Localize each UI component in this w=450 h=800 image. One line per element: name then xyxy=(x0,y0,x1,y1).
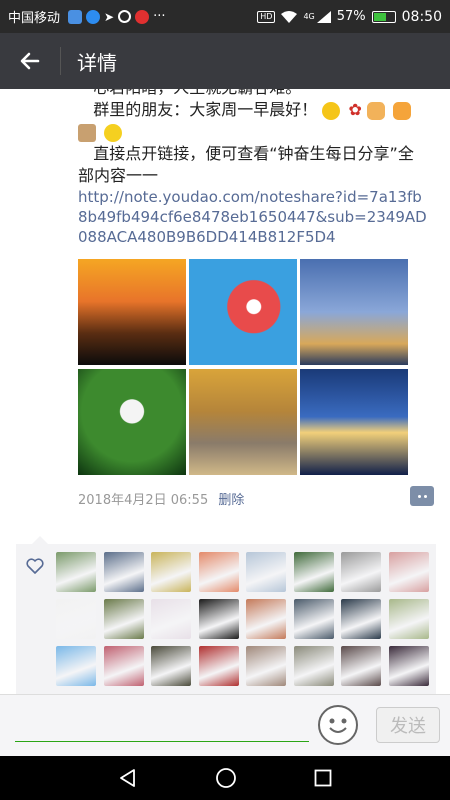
liker-avatar[interactable] xyxy=(388,646,429,686)
liker-avatar[interactable] xyxy=(341,646,381,686)
liker-avatar[interactable] xyxy=(341,552,381,592)
header-divider xyxy=(60,47,61,75)
back-nav-icon[interactable] xyxy=(118,768,138,788)
post-meta: 2018年4月2日 06:55 删除 xyxy=(78,489,244,508)
post-timestamp: 2018年4月2日 06:55 xyxy=(78,493,209,508)
signal-icon xyxy=(316,10,331,23)
wifi-icon xyxy=(281,10,298,23)
app-icon-1 xyxy=(68,9,83,24)
post-line: 直接点开链接，便可查看“钟奋生每日分享”全部内容一一 xyxy=(78,144,414,185)
send-button[interactable]: 发送 xyxy=(376,707,440,743)
liker-avatar[interactable] xyxy=(198,552,239,592)
liker-avatar[interactable] xyxy=(151,552,191,592)
battery-percent: 57% xyxy=(336,9,366,24)
app-icon-4 xyxy=(118,10,132,23)
more-notifications-icon: ··· xyxy=(153,9,166,24)
liker-avatar[interactable] xyxy=(56,646,96,686)
liker-avatar[interactable] xyxy=(293,599,334,639)
comment-button[interactable] xyxy=(410,486,434,506)
liker-avatar[interactable] xyxy=(198,599,239,639)
liker-avatar[interactable] xyxy=(341,599,381,639)
liker-avatar[interactable] xyxy=(293,646,334,686)
post-link[interactable]: http://note.youdao.com/noteshare?id=7a13… xyxy=(78,187,428,247)
video-icon xyxy=(135,9,150,24)
liker-avatar[interactable] xyxy=(56,552,96,592)
rose-emoji-icon: ✿ xyxy=(348,100,362,119)
carrier-name: 中国移动 xyxy=(8,11,61,26)
arrow-left-icon xyxy=(20,52,40,70)
likes-panel xyxy=(16,536,436,694)
moment-detail: 心若阳暗，人生就无霸谷难。 群里的朋友：大家周一早晨好！ ✿ 直接点开链接，便可… xyxy=(0,89,450,694)
recents-nav-icon[interactable] xyxy=(314,769,332,787)
liker-avatar[interactable] xyxy=(198,646,239,686)
system-nav-bar xyxy=(0,756,450,800)
post-line xyxy=(78,121,428,143)
telegram-icon: ➤ xyxy=(104,9,115,24)
photo-ferris-wheel[interactable] xyxy=(189,259,297,365)
post-line: 心若阳暗，人生就无霸谷难。 xyxy=(78,89,428,99)
heart-icon xyxy=(26,558,44,574)
liker-avatar[interactable] xyxy=(151,599,191,639)
liker-avatar[interactable] xyxy=(388,599,429,639)
liker-avatar[interactable] xyxy=(103,552,144,592)
pray-emoji-icon xyxy=(393,101,412,120)
photo-city-skyline[interactable] xyxy=(300,259,408,365)
emoji-button[interactable] xyxy=(318,705,358,745)
face-emoji-icon xyxy=(104,123,123,142)
delete-button[interactable]: 删除 xyxy=(218,493,244,508)
back-button[interactable] xyxy=(0,33,60,89)
smile-emoji-icon xyxy=(322,101,341,120)
photo-bridge-night[interactable] xyxy=(300,369,408,475)
handshake-emoji-icon xyxy=(366,101,385,120)
post-line: 群里的朋友：大家周一早晨好！ ✿ xyxy=(78,99,428,121)
liker-avatar[interactable] xyxy=(56,599,96,639)
coffee-emoji-icon xyxy=(78,123,96,142)
dot-icon xyxy=(417,494,421,498)
clock: 08:50 xyxy=(401,8,442,25)
app-header: 详情 xyxy=(0,33,450,89)
input-underline xyxy=(15,741,309,742)
home-nav-icon[interactable] xyxy=(215,767,237,789)
app-icon-2 xyxy=(86,9,101,24)
page-title: 详情 xyxy=(77,50,117,75)
post-text: 心若阳暗，人生就无霸谷难。 群里的朋友：大家周一早晨好！ ✿ 直接点开链接，便可… xyxy=(78,89,428,247)
hd-badge: HD xyxy=(257,10,276,23)
smiley-icon xyxy=(329,718,347,733)
photo-cottage-autumn[interactable] xyxy=(189,369,297,475)
liker-avatar[interactable] xyxy=(246,599,286,639)
status-bar: 中国移动 ➤ ··· HD 4G 57% 08:50 xyxy=(0,0,450,33)
network-type: 4G xyxy=(303,12,315,21)
comment-input-bar: 发送 xyxy=(0,694,450,756)
liker-avatar[interactable] xyxy=(388,552,429,592)
liker-avatar[interactable] xyxy=(246,646,286,686)
dot-icon xyxy=(423,494,427,498)
liker-avatar[interactable] xyxy=(246,552,286,592)
photo-white-flowers[interactable] xyxy=(78,369,186,475)
battery-icon xyxy=(371,10,396,23)
liker-avatar[interactable] xyxy=(293,552,334,592)
liker-avatar[interactable] xyxy=(151,646,191,686)
photo-sunset-crane[interactable] xyxy=(78,259,186,365)
liker-avatar[interactable] xyxy=(103,599,144,639)
liker-avatar[interactable] xyxy=(103,646,144,686)
comment-input[interactable] xyxy=(15,703,309,741)
